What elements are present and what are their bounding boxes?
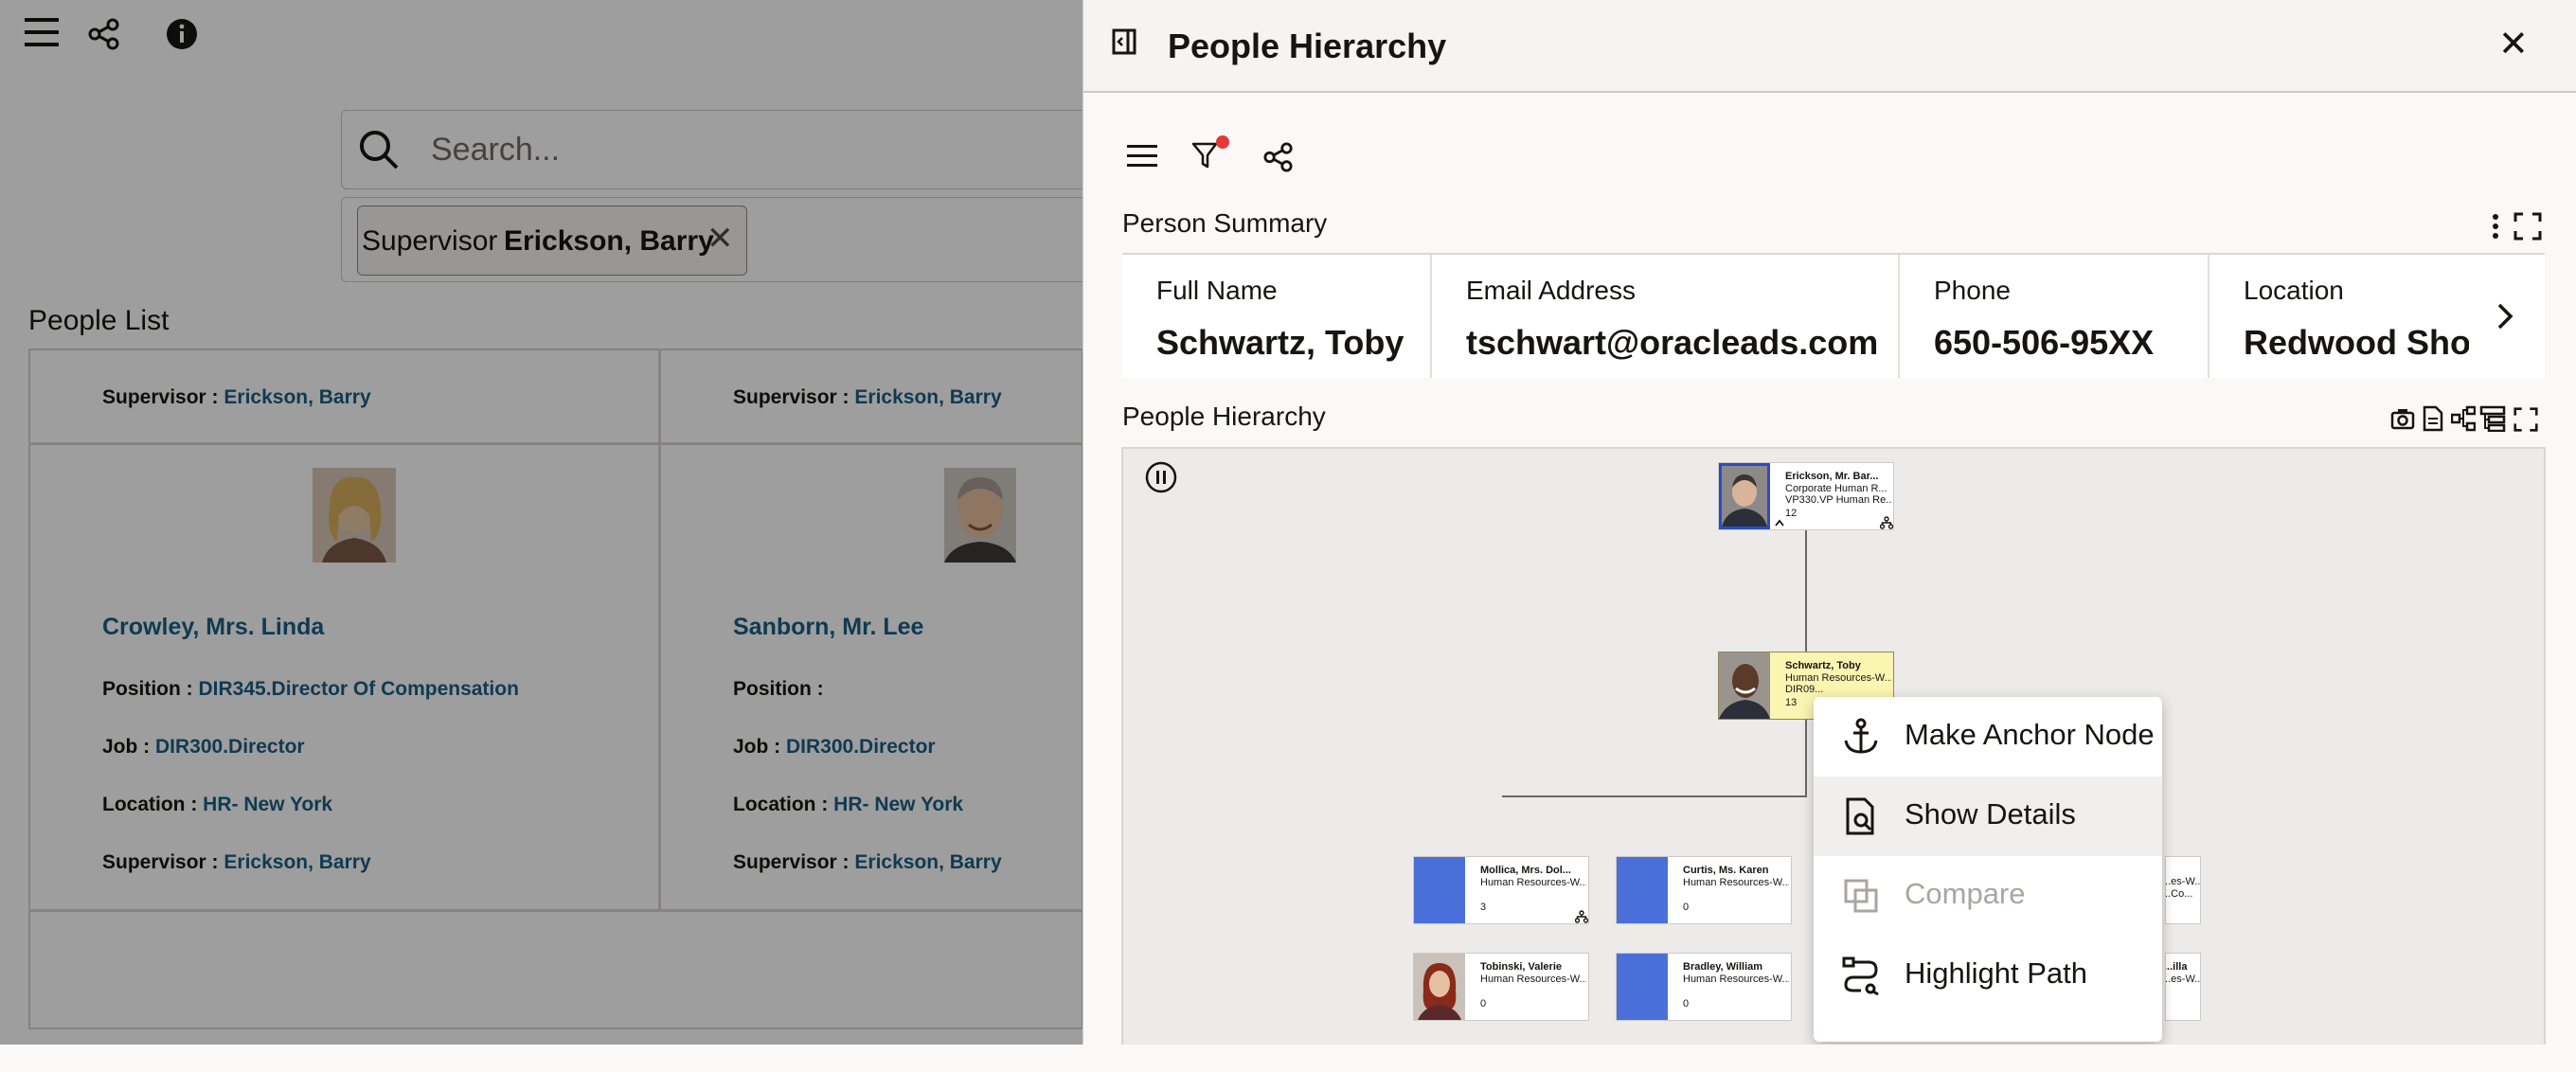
collapse-panel-icon[interactable] — [1112, 28, 1136, 55]
node-name: Bradley, William — [1683, 961, 1763, 973]
bottom-strip — [0, 1045, 2576, 1072]
node-detail: Human Resources-W... — [1683, 974, 1789, 985]
field-value: Schwartz, Toby — [1156, 323, 1404, 362]
field-value: 650-506-95XX — [1934, 323, 2155, 362]
org-node[interactable]: ...es-W... ...Co... — [2165, 856, 2201, 924]
drawer-title: People Hierarchy — [1168, 27, 1447, 65]
node-detail: Corporate Human R... — [1785, 483, 1887, 494]
node-photo — [1719, 652, 1770, 719]
node-photo — [1719, 463, 1770, 529]
node-detail: Human Resources-W... — [1480, 877, 1586, 888]
org-layout-icon[interactable] — [2479, 405, 2506, 432]
node-count: 0 — [1480, 998, 1487, 1009]
expand-icon[interactable] — [2513, 212, 2542, 241]
hierarchy-icon[interactable] — [1575, 910, 1588, 923]
filter-icon[interactable] — [1190, 134, 1233, 172]
camera-icon[interactable] — [2390, 407, 2415, 430]
field-label: Phone — [1934, 276, 2011, 305]
share-icon[interactable] — [1263, 142, 1294, 172]
compare-icon — [1844, 879, 1878, 913]
node-detail: ...es-W... — [2165, 876, 2201, 887]
org-node[interactable]: Bradley, William Human Resources-W... 0 — [1616, 953, 1792, 1021]
summary-field-full-name: Full Name Schwartz, Toby — [1122, 255, 1432, 378]
field-label: Email Address — [1466, 276, 1636, 305]
node-name: Mollica, Mrs. Dol... — [1480, 865, 1571, 876]
people-hierarchy-title: People Hierarchy — [1122, 402, 1326, 431]
org-node[interactable]: Curtis, Ms. Karen Human Resources-W... 0 — [1616, 856, 1792, 924]
person-summary-strip: Full Name Schwartz, Toby Email Address t… — [1122, 253, 2545, 378]
node-photo — [1414, 954, 1465, 1020]
org-node[interactable]: Erickson, Mr. Bar... Corporate Human R..… — [1718, 462, 1894, 530]
document-search-icon — [1846, 797, 1874, 835]
close-icon[interactable]: ✕ — [2498, 23, 2529, 65]
highlight-path-icon — [1842, 956, 1879, 996]
field-label: Location — [2244, 276, 2344, 305]
anchor-icon — [1844, 718, 1878, 754]
fullscreen-icon[interactable] — [2513, 407, 2538, 432]
modal-scrim[interactable] — [0, 0, 1082, 1045]
node-count: 0 — [1683, 902, 1690, 913]
node-detail: Human Resources-W... — [1683, 877, 1789, 888]
chevron-right-icon[interactable] — [2496, 302, 2514, 331]
menu-item-label: Show Details — [1905, 797, 2076, 831]
chevron-up-icon[interactable] — [1774, 518, 1785, 527]
menu-item-compare[interactable]: Compare — [1814, 856, 2162, 936]
org-node[interactable]: Mollica, Mrs. Dol... Human Resources-W..… — [1413, 856, 1589, 924]
field-value: tschwart@oracleads.com — [1466, 323, 1879, 362]
node-detail: VP330.VP Human Re... — [1785, 494, 1891, 506]
node-photo-placeholder — [1414, 857, 1465, 923]
menu-item-label: Highlight Path — [1905, 956, 2088, 990]
node-detail: Human Resources-W... — [1785, 672, 1891, 684]
summary-field-phone: Phone 650-506-95XX — [1900, 255, 2209, 378]
menu-item-show-details[interactable]: Show Details — [1814, 777, 2162, 856]
menu-icon[interactable] — [1125, 142, 1159, 170]
menu-item-label: Compare — [1905, 877, 2026, 910]
more-options-icon[interactable] — [2491, 212, 2500, 241]
menu-item-highlight-path[interactable]: Highlight Path — [1814, 936, 2162, 1015]
person-summary-title: Person Summary — [1122, 208, 1328, 238]
node-photo-placeholder — [1617, 954, 1668, 1020]
node-count: 3 — [1480, 902, 1487, 913]
field-label: Full Name — [1156, 276, 1278, 305]
summary-field-email: Email Address tschwart@oracleads.com — [1432, 255, 1900, 378]
node-name: Erickson, Mr. Bar... — [1785, 471, 1879, 482]
node-detail: Human Resources-W... — [1480, 974, 1586, 985]
menu-item-label: Make Anchor Node — [1905, 718, 2155, 751]
node-name: ...illa — [2165, 961, 2188, 973]
node-detail: DIR09... — [1785, 684, 1824, 695]
summary-field-location: Location Redwood Sho — [2209, 255, 2469, 378]
org-node[interactable]: ...illa ...es-W... — [2165, 953, 2201, 1021]
node-count: 12 — [1785, 508, 1798, 519]
menu-item-make-anchor-node[interactable]: Make Anchor Node — [1814, 697, 2162, 777]
node-name: Schwartz, Toby — [1785, 660, 1861, 671]
export-pdf-icon[interactable] — [2423, 405, 2443, 432]
node-count: 0 — [1683, 998, 1690, 1009]
node-context-menu: Make Anchor Node Show Details Compare Hi… — [1814, 697, 2162, 1042]
pause-icon[interactable] — [1144, 460, 1178, 494]
tree-layout-icon[interactable] — [2451, 405, 2476, 432]
node-detail: ...es-W... — [2165, 974, 2201, 985]
org-node[interactable]: Tobinski, Valerie Human Resources-W... 0 — [1413, 953, 1589, 1021]
node-photo-placeholder — [1617, 857, 1668, 923]
hierarchy-icon[interactable] — [1880, 516, 1893, 529]
node-name: Curtis, Ms. Karen — [1683, 865, 1769, 876]
node-name: Tobinski, Valerie — [1480, 961, 1562, 973]
field-value: Redwood Sho — [2244, 323, 2469, 362]
drawer-header: People Hierarchy ✕ — [1083, 0, 2576, 93]
node-detail: ...Co... — [2165, 888, 2193, 900]
node-count: 13 — [1785, 697, 1798, 708]
